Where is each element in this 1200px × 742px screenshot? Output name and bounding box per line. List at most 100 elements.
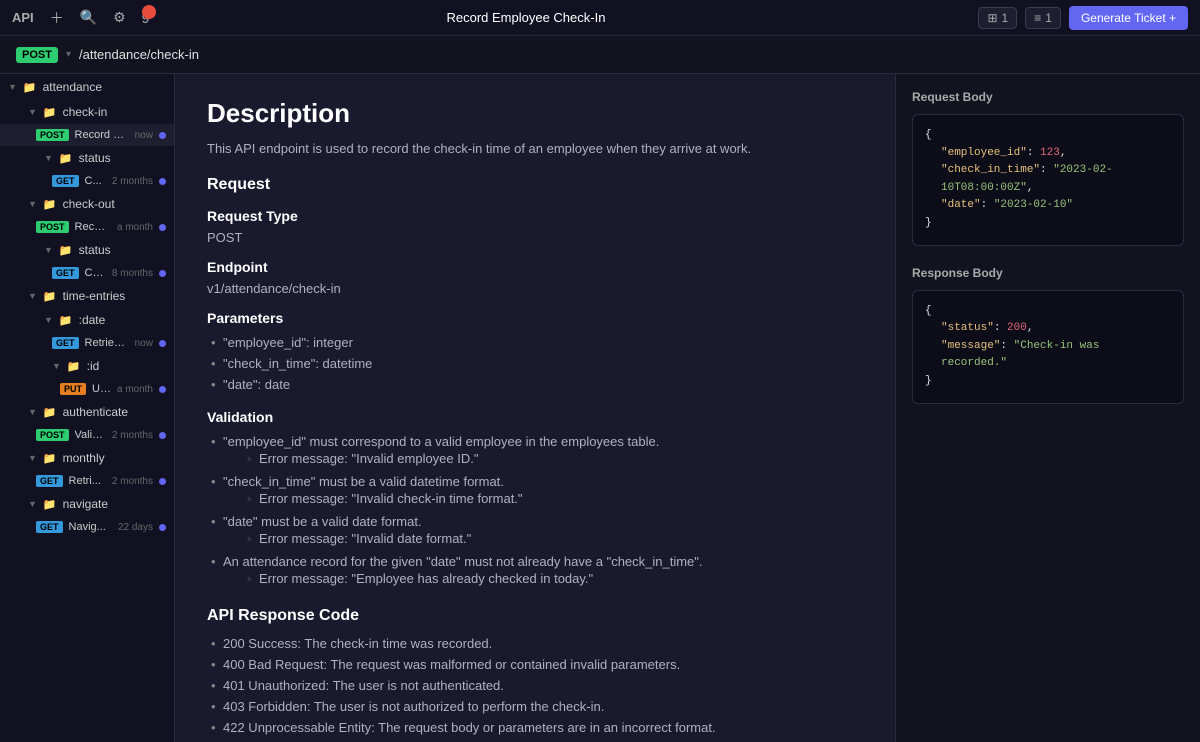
validation-title: Validation xyxy=(207,409,863,425)
item-time: 2 months xyxy=(112,176,153,187)
list-item: Error message: "Employee has already che… xyxy=(243,569,863,588)
item-name: Retri... xyxy=(69,475,106,487)
sidebar: ▼ 📁 attendance ▼ 📁 check-in POST Record … xyxy=(0,74,175,742)
sidebar-subgroup-id-header[interactable]: ▼ 📁 :id xyxy=(0,354,174,378)
filter-icon-btn[interactable]: ⚙ xyxy=(109,7,130,28)
method-tag-get: GET xyxy=(36,521,63,533)
sidebar-subgroup-date-header[interactable]: ▼ 📁 :date xyxy=(0,308,174,332)
parameters-list: "employee_id": integer "check_in_time": … xyxy=(207,332,863,395)
request-body-code: { "employee_id": 123, "check_in_time": "… xyxy=(912,114,1184,246)
sidebar-subgroup-checkin-header[interactable]: ▼ 📁 check-in xyxy=(0,100,174,124)
method-tag-get: GET xyxy=(52,267,79,279)
main-layout: ▼ 📁 attendance ▼ 📁 check-in POST Record … xyxy=(0,74,1200,742)
item-status-dot xyxy=(159,386,166,393)
chevron-down-icon: ▼ xyxy=(28,107,37,117)
grid-icon: ⊞ xyxy=(987,11,997,25)
sidebar-item-retrieve-date[interactable]: GET Retrieve D... now xyxy=(0,332,174,354)
content-area: Description This API endpoint is used to… xyxy=(175,74,1200,742)
sidebar-group-attendance-header[interactable]: ▼ 📁 attendance xyxy=(0,74,174,100)
item-name: Navig... xyxy=(69,521,112,533)
list-item: Error message: "Invalid check-in time fo… xyxy=(243,489,863,508)
request-title: Request xyxy=(207,176,863,194)
grid-view-toggle[interactable]: ⊞ 1 xyxy=(978,7,1017,29)
main-doc: Description This API endpoint is used to… xyxy=(175,74,895,742)
item-status-dot xyxy=(159,224,166,231)
method-tag-post: POST xyxy=(36,221,69,233)
sidebar-item-checkout-post[interactable]: POST Recor... a month xyxy=(0,216,174,238)
list-item: "employee_id" must correspond to a valid… xyxy=(207,431,863,471)
list-icon: ≡ xyxy=(1034,11,1041,25)
group-label-status2: status xyxy=(79,243,111,257)
chevron-down-icon: ▼ xyxy=(44,153,53,163)
folder-icon: 📁 xyxy=(43,290,57,303)
sidebar-subgroup-timeentries-header[interactable]: ▼ 📁 time-entries xyxy=(0,284,174,308)
item-status-dot xyxy=(159,340,166,347)
folder-icon: 📁 xyxy=(43,106,57,119)
item-name: Retrieve D... xyxy=(85,337,129,349)
list-item: 400 Bad Request: The request was malform… xyxy=(207,654,863,675)
sidebar-item-record-employee[interactable]: POST Record E... now xyxy=(0,124,174,146)
sidebar-subgroup-authenticate-header[interactable]: ▼ 📁 authenticate xyxy=(0,400,174,424)
method-tag-post: POST xyxy=(36,129,69,141)
sidebar-subgroup-checkin: ▼ 📁 check-in POST Record E... now ▼ 📁 st… xyxy=(0,100,174,192)
method-tag-get: GET xyxy=(52,175,79,187)
group-label-status1: status xyxy=(79,151,111,165)
method-badge: POST xyxy=(16,47,58,63)
description-text: This API endpoint is used to record the … xyxy=(207,139,863,160)
sidebar-subgroup-status1-header[interactable]: ▼ 📁 status xyxy=(0,146,174,170)
chevron-down-icon: ▼ xyxy=(28,291,37,301)
chevron-down-icon: ▼ xyxy=(8,82,17,92)
chevron-down-icon: ▼ xyxy=(28,499,37,509)
endpoint-path: /attendance/check-in xyxy=(79,47,199,62)
folder-icon: 📁 xyxy=(23,81,37,94)
sidebar-subgroup-timeentries: ▼ 📁 time-entries ▼ 📁 :date GET Retrieve … xyxy=(0,284,174,400)
sidebar-subgroup-checkout-header[interactable]: ▼ 📁 check-out xyxy=(0,192,174,216)
item-name: Updat... xyxy=(92,383,111,395)
sidebar-subgroup-navigate-header[interactable]: ▼ 📁 navigate xyxy=(0,492,174,516)
item-name: Recor... xyxy=(75,221,111,233)
method-chevron[interactable]: ▾ xyxy=(66,49,71,60)
search-icon-btn[interactable]: 🔍 xyxy=(76,7,101,28)
parameters-title: Parameters xyxy=(207,310,863,326)
list-item: 422 Unprocessable Entity: The request bo… xyxy=(207,717,863,738)
group-label-authenticate: authenticate xyxy=(63,405,128,419)
grid-count: 1 xyxy=(1002,11,1009,25)
sidebar-item-update[interactable]: PUT Updat... a month xyxy=(0,378,174,400)
endpoint-title: Endpoint xyxy=(207,259,863,275)
generate-ticket-button[interactable]: Generate Ticket + xyxy=(1069,6,1188,30)
sidebar-item-validate[interactable]: POST Valid... 2 months xyxy=(0,424,174,446)
notification-btn[interactable]: 9 xyxy=(138,8,154,28)
item-status-dot xyxy=(159,524,166,531)
folder-icon: 📁 xyxy=(59,314,73,327)
list-count: 1 xyxy=(1045,11,1052,25)
request-type-value: POST xyxy=(207,230,863,245)
sidebar-subgroup-status2: ▼ 📁 status GET Ch... 8 months xyxy=(0,238,174,284)
list-item: Error message: "Invalid date format." xyxy=(243,529,863,548)
list-item: "check_in_time": datetime xyxy=(207,353,863,374)
response-body-code: { "status": 200, "message": "Check-in wa… xyxy=(912,290,1184,404)
item-status-dot xyxy=(159,478,166,485)
request-type-title: Request Type xyxy=(207,208,863,224)
sidebar-subgroup-monthly-header[interactable]: ▼ 📁 monthly xyxy=(0,446,174,470)
list-item: 403 Forbidden: The user is not authorize… xyxy=(207,696,863,717)
group-label-checkin: check-in xyxy=(63,105,108,119)
sidebar-item-monthly-get[interactable]: GET Retri... 2 months xyxy=(0,470,174,492)
group-label-monthly: monthly xyxy=(63,451,105,465)
sidebar-item-status-get1[interactable]: GET C... 2 months xyxy=(0,170,174,192)
sidebar-item-status-get2[interactable]: GET Ch... 8 months xyxy=(0,262,174,284)
group-label-checkout: check-out xyxy=(63,197,115,211)
chevron-down-icon: ▼ xyxy=(52,361,61,371)
sidebar-subgroup-navigate: ▼ 📁 navigate GET Navig... 22 days xyxy=(0,492,174,538)
add-icon-btn[interactable]: ＋ xyxy=(46,6,68,30)
item-time: 8 months xyxy=(112,268,153,279)
item-time: 2 months xyxy=(112,476,153,487)
top-bar-icons: ＋ 🔍 ⚙ 9 xyxy=(46,6,154,30)
item-time: 2 months xyxy=(112,430,153,441)
item-name: C... xyxy=(85,175,106,187)
list-view-toggle[interactable]: ≡ 1 xyxy=(1025,7,1061,29)
item-time: 22 days xyxy=(118,522,153,533)
sidebar-subgroup-status2-header[interactable]: ▼ 📁 status xyxy=(0,238,174,262)
sidebar-item-navigate-get[interactable]: GET Navig... 22 days xyxy=(0,516,174,538)
url-bar: POST ▾ /attendance/check-in xyxy=(0,36,1200,74)
chevron-down-icon: ▼ xyxy=(44,315,53,325)
